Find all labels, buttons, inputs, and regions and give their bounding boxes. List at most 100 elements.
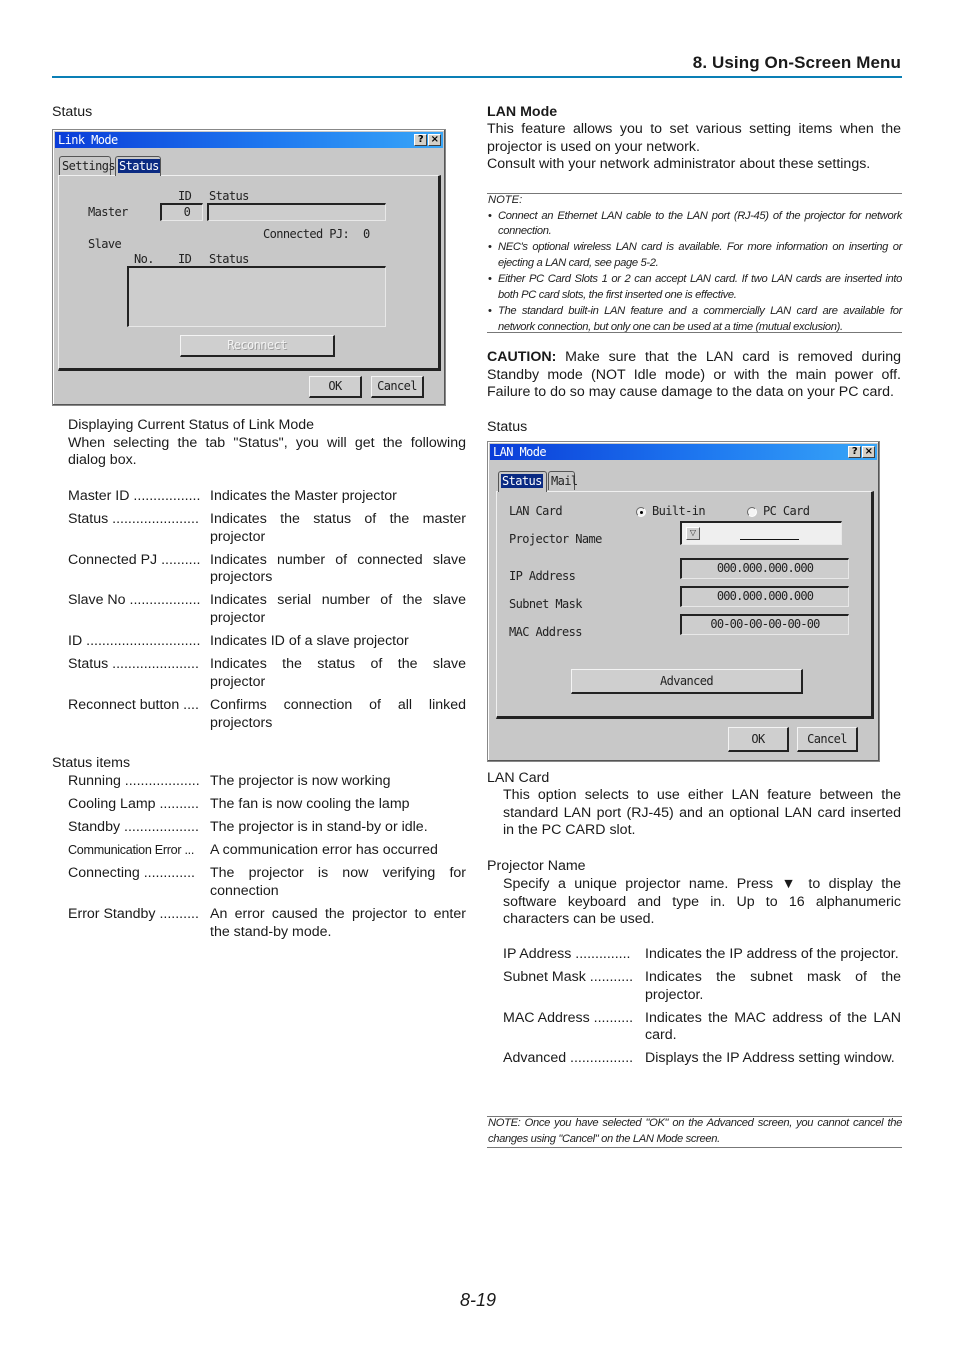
lan-mode-heading: LAN Mode [487, 104, 558, 120]
connected-pj-label: Connected PJ: [263, 227, 350, 241]
definition-description: The projector is now verifying for conne… [210, 865, 466, 899]
connected-pj-value: 0 [363, 227, 370, 241]
ok-button[interactable]: OK [309, 376, 362, 398]
definition-description: The projector is in stand-by or idle. [210, 819, 428, 836]
subnet-mask-field: 000.000.000.000 [680, 586, 849, 607]
tab-settings[interactable]: Settings [59, 156, 116, 175]
reconnect-button[interactable]: Reconnect [180, 335, 335, 357]
definition-term: Connected PJ .......... [68, 551, 201, 568]
tab-status[interactable]: Status [498, 471, 547, 492]
definition-term: Status ...................... [68, 511, 199, 528]
subnet-mask-label: Subnet Mask [509, 597, 582, 611]
definition-row: Reconnect button .... Confirms connection… [68, 697, 466, 732]
lan-mode-text: This feature allows you to set various s… [487, 121, 901, 174]
dropdown-arrow-icon[interactable]: ▽ [686, 527, 700, 540]
master-id-field: 0 [160, 203, 203, 221]
status-item-row: Running ................... The projector… [68, 773, 466, 791]
projector-name-underline [740, 539, 799, 540]
help-icon[interactable]: ? [848, 446, 861, 458]
definition-row: Status ...................... Indicates t… [68, 511, 466, 546]
definition-term: Communication Error ... [68, 843, 195, 858]
status-item-row: Error Standby .......... An error caused … [68, 906, 466, 941]
intro-block: Displaying Current Status of Link Mode W… [68, 417, 466, 470]
tab-mail[interactable]: Mail [548, 471, 578, 490]
definition-row: Master ID ................. Indicates the… [68, 488, 466, 506]
projector-name-heading: Projector Name [487, 858, 586, 874]
note-list: Connect an Ethernet LAN cable to the LAN… [488, 209, 902, 336]
intro-heading: Displaying Current Status of Link Mode [68, 417, 315, 433]
pc-card-radio[interactable] [747, 507, 757, 517]
dialog-titlebar: Link Mode ? × [55, 132, 443, 148]
definition-description: An error caused the projector to enter t… [210, 906, 466, 940]
master-label: Master [88, 205, 128, 219]
cancel-button[interactable]: Cancel [797, 727, 858, 752]
note-item: NEC's optional wireless LAN card is avai… [488, 240, 902, 271]
ok-button[interactable]: OK [728, 727, 789, 752]
tab-status[interactable]: Status [115, 156, 161, 176]
note-block: NOTE: Connect an Ethernet LAN cable to t… [488, 193, 902, 336]
definition-description: Indicates the MAC address of the LAN car… [645, 1009, 901, 1044]
tab-panel: ID Status Master 0 Connected PJ: 0 Slave… [58, 175, 441, 371]
link-mode-dialog: Link Mode ? × ID Status Master 0 Connect… [52, 129, 446, 406]
definition-row: Subnet Mask ........... Indicates the sub… [503, 969, 901, 1004]
built-in-radio[interactable] [636, 507, 646, 517]
slave-list[interactable] [127, 266, 386, 327]
definition-row: Slave No .................. Indicates ser… [68, 592, 466, 627]
ip-address-label: IP Address [509, 569, 576, 583]
status-item-row: Cooling Lamp .......... The fan is now co… [68, 796, 466, 814]
bottom-note-bottom-rule [487, 1147, 902, 1148]
definition-row: Status ...................... Indicates t… [68, 656, 466, 691]
definition-term: Advanced ................ [503, 1050, 634, 1067]
lan-card-text: This option selects to use either LAN fe… [503, 787, 901, 839]
mac-address-field: 00-00-00-00-00-00 [680, 614, 849, 635]
caution-label: CAUTION: [487, 349, 557, 365]
definition-row: Advanced ................ Displays the IP… [503, 1050, 901, 1068]
definition-description: Indicates the Master projector [210, 488, 397, 504]
note-item: The standard built-in LAN feature and a … [488, 304, 902, 335]
lan-mode-definitions: IP Address .............. Indicates the I… [503, 946, 901, 1074]
definition-term: IP Address .............. [503, 946, 631, 962]
definition-description: Indicates the status of the slave projec… [210, 656, 466, 690]
definition-description: Indicates number of connected slave proj… [210, 551, 466, 586]
caution-block: CAUTION: Make sure that the LAN card is … [487, 349, 901, 402]
note-bottom-rule [487, 332, 902, 333]
projector-name-label: Projector Name [509, 532, 602, 546]
projector-name-field[interactable] [680, 521, 842, 545]
definition-description: The projector is now working [210, 773, 391, 789]
definition-term: MAC Address .......... [503, 1009, 634, 1026]
definition-description: A communication error has occurred [210, 842, 438, 859]
definition-term: Subnet Mask ........... [503, 969, 634, 986]
page-number: 8-19 [460, 1290, 497, 1310]
projector-name-text: Specify a unique projector name. Press ▼… [503, 876, 901, 928]
ip-address-field: 000.000.000.000 [680, 558, 849, 579]
link-mode-definitions: Master ID ................. Indicates the… [68, 488, 466, 738]
dialog-title: LAN Mode [493, 445, 547, 459]
definition-row: IP Address .............. Indicates the I… [503, 946, 901, 964]
status-items-heading: Status items [52, 755, 131, 771]
definition-term: Master ID ................. [68, 488, 201, 504]
built-in-label: Built-in [652, 504, 706, 518]
definition-description: Indicates serial number of the slave pro… [210, 592, 466, 627]
tab-panel: LAN Card Built-in PC Card Projector Name… [496, 491, 874, 719]
definition-term: Standby ................... [68, 819, 199, 836]
lan-card-heading: LAN Card [487, 770, 550, 786]
definition-term: Reconnect button .... [68, 696, 199, 713]
close-icon[interactable]: × [862, 446, 875, 458]
help-icon[interactable]: ? [414, 134, 427, 146]
mac-address-label: MAC Address [509, 625, 582, 639]
close-icon[interactable]: × [428, 134, 441, 146]
cancel-button[interactable]: Cancel [371, 376, 424, 398]
intro-text: When selecting the tab "Status", you wil… [68, 434, 466, 469]
definition-term: ID ............................. [68, 633, 201, 650]
bottom-note: NOTE: Once you have selected "OK" on the… [488, 1117, 902, 1145]
definition-term: Error Standby .......... [68, 906, 199, 923]
slave-label: Slave [88, 237, 122, 251]
note-heading: NOTE: [488, 194, 523, 206]
definition-term: Connecting ............. [68, 865, 195, 882]
advanced-button[interactable]: Advanced [571, 669, 803, 694]
definition-term: Status ...................... [68, 656, 199, 673]
section-title: 8. Using On-Screen Menu [692, 53, 901, 72]
definition-description: The fan is now cooling the lamp [210, 796, 410, 813]
definition-term: Cooling Lamp .......... [68, 796, 199, 813]
lan-mode-text-2: Consult with your network administrator … [487, 156, 871, 173]
